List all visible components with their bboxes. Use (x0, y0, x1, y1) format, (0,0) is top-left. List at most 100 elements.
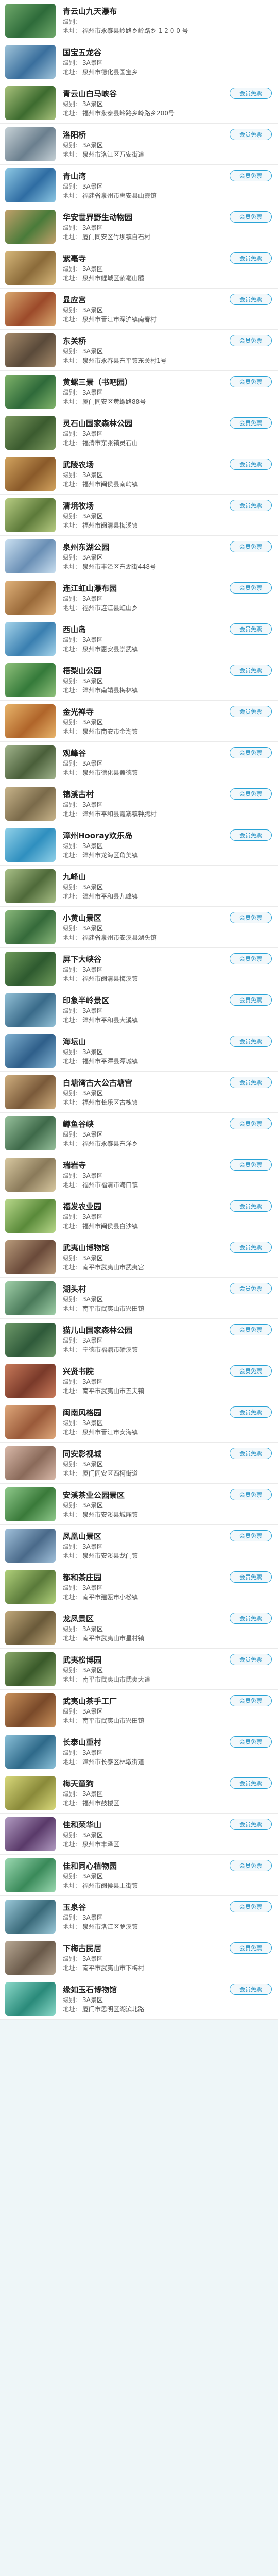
free-ticket-button[interactable]: 会员免票 (230, 1406, 272, 1418)
scenic-thumbnail (5, 1404, 56, 1439)
list-item[interactable]: 都和茶庄园 级别: 3A景区 地址: 南平市建瓯市小松镇 会员免票 (0, 1566, 278, 1607)
address-value: 泉州市丰泽区东湖街448号 (82, 563, 156, 570)
list-item[interactable]: 梅天童狗 级别: 3A景区 地址: 福州市鼓楼区 会员免票 (0, 1772, 278, 1814)
list-item[interactable]: 海坛山 级别: 3A景区 地址: 福州市平潭县潭城镇 会员免票 (0, 1030, 278, 1072)
free-ticket-button[interactable]: 会员免票 (230, 1654, 272, 1665)
list-item[interactable]: 玉泉谷 级别: 3A景区 地址: 泉州市洛江区罗溪镇 会员免票 (0, 1896, 278, 1937)
list-item[interactable]: 显应宫 级别: 3A景区 地址: 泉州市晋江市深沪镇南春村 会员免票 (0, 289, 278, 330)
free-ticket-button[interactable]: 会员免票 (230, 582, 272, 594)
list-item[interactable]: 白塘湾古大公古塘宫 级别: 3A景区 地址: 福州市长乐区古槐镇 会员免票 (0, 1072, 278, 1113)
free-ticket-button[interactable]: 会员免票 (230, 788, 272, 800)
free-ticket-button[interactable]: 会员免票 (230, 294, 272, 305)
free-ticket-button[interactable]: 会员免票 (230, 500, 272, 511)
list-item[interactable]: 安溪茶业公园景区 级别: 3A景区 地址: 泉州市安溪县城厢镇 会员免票 (0, 1484, 278, 1525)
free-ticket-button[interactable]: 会员免票 (230, 1860, 272, 1871)
list-item[interactable]: 龙凤景区 级别: 3A景区 地址: 南平市武夷山市星村镇 会员免票 (0, 1607, 278, 1649)
list-item[interactable]: 泉州东湖公园 级别: 3A景区 地址: 泉州市丰泽区东湖街448号 会员免票 (0, 536, 278, 577)
list-item[interactable]: 印象半岭景区 级别: 3A景区 地址: 漳州市平和县大溪镇 会员免票 (0, 989, 278, 1030)
list-item[interactable]: 紫毫寺 级别: 3A景区 地址: 泉州市鲤城区紫毫山麓 会员免票 (0, 247, 278, 289)
free-ticket-button[interactable]: 会员免票 (230, 1077, 272, 1088)
list-item[interactable]: 湖头村 级别: 3A景区 地址: 南平市武夷山市兴田镇 会员免票 (0, 1278, 278, 1319)
list-item[interactable]: 武夷山博物馆 级别: 3A景区 地址: 南平市武夷山市武夷宫 会员免票 (0, 1236, 278, 1278)
free-ticket-button[interactable]: 会员免票 (230, 170, 272, 181)
list-item[interactable]: 凤凰山景区 级别: 3A景区 地址: 泉州市安溪县龙门镇 会员免票 (0, 1525, 278, 1566)
free-ticket-button[interactable]: 会员免票 (230, 623, 272, 635)
list-item[interactable]: 西山岛 级别: 3A景区 地址: 泉州市惠安县崇武镇 会员免票 (0, 618, 278, 659)
free-ticket-button[interactable]: 会员免票 (230, 706, 272, 717)
list-item[interactable]: 金光禅寺 级别: 3A景区 地址: 泉州市南安市金淘镇 会员免票 (0, 701, 278, 742)
list-item[interactable]: 青山湾 级别: 3A景区 地址: 福建省泉州市惠安县山霞镇 会员免票 (0, 165, 278, 206)
list-item[interactable]: 猫儿山国家森林公园 级别: 3A景区 地址: 宁德市福鼎市磻溪镇 会员免票 (0, 1319, 278, 1360)
free-ticket-button[interactable]: 会员免票 (230, 1695, 272, 1706)
list-item[interactable]: 鳟鱼谷峡 级别: 3A景区 地址: 福州市永泰县东洋乡 会员免票 (0, 1113, 278, 1154)
free-ticket-button[interactable]: 会员免票 (230, 541, 272, 552)
list-item[interactable]: 连江虹山瀑布园 级别: 3A景区 地址: 福州市连江县虹山乡 会员免票 (0, 577, 278, 618)
list-item[interactable]: 洛阳桥 级别: 3A景区 地址: 泉州市洛江区万安街道 会员免票 (0, 124, 278, 165)
list-item[interactable]: 小黄山景区 级别: 3A景区 地址: 福建省泉州市安溪县湖头镇 会员免票 (0, 907, 278, 948)
free-ticket-button[interactable]: 会员免票 (230, 1901, 272, 1912)
list-item[interactable]: 灵石山国家森林公园 级别: 3A景区 地址: 福清市东张镇灵石山 会员免票 (0, 412, 278, 453)
free-ticket-button[interactable]: 会员免票 (230, 1159, 272, 1171)
list-item[interactable]: 九峰山 级别: 3A景区 地址: 漳州市平和县九峰镇 (0, 866, 278, 907)
level-row: 级别: (63, 17, 273, 26)
free-ticket-button[interactable]: 会员免票 (230, 211, 272, 223)
list-item[interactable]: 国宝五龙谷 级别: 3A景区 地址: 泉州市德化县国宝乡 (0, 41, 278, 82)
free-ticket-button[interactable]: 会员免票 (230, 1365, 272, 1377)
free-ticket-button[interactable]: 会员免票 (230, 417, 272, 429)
list-item[interactable]: 缘如玉石博物馆 级别: 3A景区 地址: 厦门市思明区湖滨北路 会员免票 (0, 1978, 278, 2020)
free-ticket-button[interactable]: 会员免票 (230, 1942, 272, 1954)
list-item[interactable]: 长泰山重村 级别: 3A景区 地址: 漳州市长泰区林墩街道 会员免票 (0, 1731, 278, 1772)
free-ticket-button[interactable]: 会员免票 (230, 1984, 272, 1995)
free-ticket-button[interactable]: 会员免票 (230, 1489, 272, 1500)
list-item[interactable]: 兴贤书院 级别: 3A景区 地址: 南平市武夷山市五夫镇 会员免票 (0, 1360, 278, 1401)
list-item[interactable]: 漳州Hooray欢乐岛 级别: 3A景区 地址: 漳州市龙海区角美镇 会员免票 (0, 824, 278, 866)
free-ticket-button[interactable]: 会员免票 (230, 1448, 272, 1459)
list-item[interactable]: 清境牧场 级别: 3A景区 地址: 福州市闽清县梅溪镇 会员免票 (0, 495, 278, 536)
free-ticket-button[interactable]: 会员免票 (230, 1242, 272, 1253)
list-item[interactable]: 东关桥 级别: 3A景区 地址: 泉州市永春县东平镇东关村1号 会员免票 (0, 330, 278, 371)
free-ticket-button[interactable]: 会员免票 (230, 1777, 272, 1789)
address-row: 地址: 福州市闽侯县白沙镇 (63, 1222, 273, 1231)
free-ticket-button[interactable]: 会员免票 (230, 994, 272, 1006)
list-item[interactable]: 观峰谷 级别: 3A景区 地址: 泉州市德化县盖德镇 会员免票 (0, 742, 278, 783)
free-ticket-button[interactable]: 会员免票 (230, 1819, 272, 1830)
free-ticket-button[interactable]: 会员免票 (230, 335, 272, 346)
list-item[interactable]: 华安世界野生动物园 级别: 3A景区 地址: 厦门同安区竹坝镇白石村 会员免票 (0, 206, 278, 247)
list-item[interactable]: 黄螺三景（书吧园） 级别: 3A景区 地址: 厦门同安区黄螺路88号 会员免票 (0, 371, 278, 412)
list-item[interactable]: 青云山白马峡谷 级别: 3A景区 地址: 福州市永泰县岭路乡岭路乡200号 会员免票 (0, 82, 278, 124)
free-ticket-button[interactable]: 会员免票 (230, 953, 272, 964)
free-ticket-button[interactable]: 会员免票 (230, 252, 272, 264)
level-value: 3A景区 (82, 677, 103, 685)
free-ticket-button[interactable]: 会员免票 (230, 1324, 272, 1335)
list-item[interactable]: 瑞岩寺 级别: 3A景区 地址: 福州市福清市海口镇 会员免票 (0, 1154, 278, 1195)
list-item[interactable]: 武夷山茶手工厂 级别: 3A景区 地址: 南平市武夷山市兴田镇 会员免票 (0, 1690, 278, 1731)
list-item[interactable]: 佳和荣华山 级别: 3A景区 地址: 泉州市丰泽区 会员免票 (0, 1814, 278, 1855)
list-item[interactable]: 佳和同心植物园 级别: 3A景区 地址: 福州市闽侯县上街镇 会员免票 (0, 1855, 278, 1896)
list-item[interactable]: 青云山九天瀑布 级别: 地址: 福州市永泰县岭路乡岭路乡 1 2 0 0 号 (0, 0, 278, 41)
list-item[interactable]: 武陵农场 级别: 3A景区 地址: 福州市闽侯县南屿镇 会员免票 (0, 453, 278, 495)
free-ticket-button[interactable]: 会员免票 (230, 665, 272, 676)
free-ticket-button[interactable]: 会员免票 (230, 829, 272, 841)
free-ticket-button[interactable]: 会员免票 (230, 459, 272, 470)
list-item[interactable]: 福发农业园 级别: 3A景区 地址: 福州市闽侯县白沙镇 会员免票 (0, 1195, 278, 1236)
list-item[interactable]: 锦溪古村 级别: 3A景区 地址: 漳州市平和县霞寨镇钟腾村 会员免票 (0, 783, 278, 824)
free-ticket-button[interactable]: 会员免票 (230, 1118, 272, 1129)
free-ticket-button[interactable]: 会员免票 (230, 912, 272, 923)
list-item[interactable]: 梧梨山公园 级别: 3A景区 地址: 漳州市南靖县梅林镇 会员免票 (0, 659, 278, 701)
list-item[interactable]: 下梅古民居 级别: 3A景区 地址: 南平市武夷山市下梅村 会员免票 (0, 1937, 278, 1978)
free-ticket-button[interactable]: 会员免票 (230, 129, 272, 140)
free-ticket-button[interactable]: 会员免票 (230, 376, 272, 387)
list-item[interactable]: 屏下大峡谷 级别: 3A景区 地址: 福州市闽清县梅溪镇 会员免票 (0, 948, 278, 989)
free-ticket-button[interactable]: 会员免票 (230, 1530, 272, 1541)
free-ticket-button[interactable]: 会员免票 (230, 1571, 272, 1583)
list-item[interactable]: 同安影视城 级别: 3A景区 地址: 厦门同安区西柯街道 会员免票 (0, 1443, 278, 1484)
list-item[interactable]: 武夷松博园 级别: 3A景区 地址: 南平市武夷山市武夷大道 会员免票 (0, 1649, 278, 1690)
list-item[interactable]: 闽南风格园 级别: 3A景区 地址: 泉州市晋江市安海镇 会员免票 (0, 1401, 278, 1443)
free-ticket-button[interactable]: 会员免票 (230, 1036, 272, 1047)
free-ticket-button[interactable]: 会员免票 (230, 1613, 272, 1624)
free-ticket-button[interactable]: 会员免票 (230, 1736, 272, 1748)
free-ticket-button[interactable]: 会员免票 (230, 1200, 272, 1212)
free-ticket-button[interactable]: 会员免票 (230, 88, 272, 99)
free-ticket-button[interactable]: 会员免票 (230, 747, 272, 758)
free-ticket-button[interactable]: 会员免票 (230, 1283, 272, 1294)
